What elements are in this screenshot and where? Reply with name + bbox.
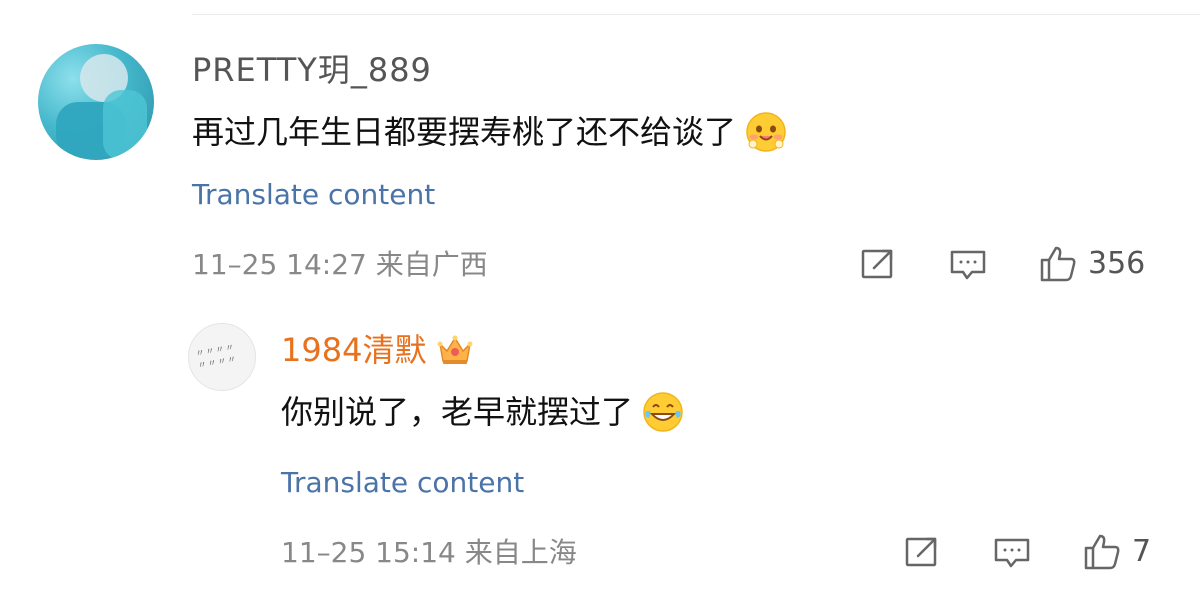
translate-link[interactable]: Translate content: [192, 178, 435, 212]
reply-meta: 11–25 15:14 来自上海: [281, 536, 577, 569]
commenter-username[interactable]: PRETTY玥_889: [192, 50, 432, 90]
crown-icon: [437, 335, 473, 364]
reply-text: 你别说了，老早就摆过了: [281, 393, 634, 431]
commenter-avatar[interactable]: [38, 44, 154, 160]
thumbs-up-icon: [1082, 532, 1122, 572]
comment-thread: PRETTY玥_889 再过几年生日都要摆寿桃了还不给谈了 Translate …: [0, 0, 1200, 590]
blushing-face-icon: [746, 112, 786, 152]
like-button[interactable]: 7: [1082, 532, 1151, 572]
avatar-shape: [103, 90, 147, 160]
share-icon[interactable]: [902, 532, 942, 572]
share-icon[interactable]: [858, 244, 898, 284]
reply-actions: 7: [902, 532, 1168, 572]
like-button[interactable]: 356: [1038, 244, 1145, 284]
comment-icon[interactable]: [992, 532, 1032, 572]
comment-body: 再过几年生日都要摆寿桃了还不给谈了: [192, 110, 788, 154]
replier-username[interactable]: 1984清默: [281, 330, 426, 370]
top-divider: [192, 14, 1200, 15]
reply-body: 你别说了，老早就摆过了: [281, 390, 685, 434]
replier-username-row: 1984清默: [281, 330, 474, 370]
laughing-tears-icon: [643, 392, 683, 432]
comment-meta: 11–25 14:27 来自广西: [192, 248, 488, 281]
thumbs-up-icon: [1038, 244, 1078, 284]
avatar-handwriting-image: 〃〃〃〃 〃〃〃〃: [194, 342, 239, 372]
comment-icon[interactable]: [948, 244, 988, 284]
comment-actions: 356: [858, 244, 1170, 284]
replier-avatar[interactable]: 〃〃〃〃 〃〃〃〃: [188, 323, 256, 391]
like-count: 7: [1132, 534, 1152, 569]
comment-text: 再过几年生日都要摆寿桃了还不给谈了: [192, 113, 737, 151]
translate-link[interactable]: Translate content: [281, 466, 524, 500]
like-count: 356: [1088, 246, 1146, 281]
